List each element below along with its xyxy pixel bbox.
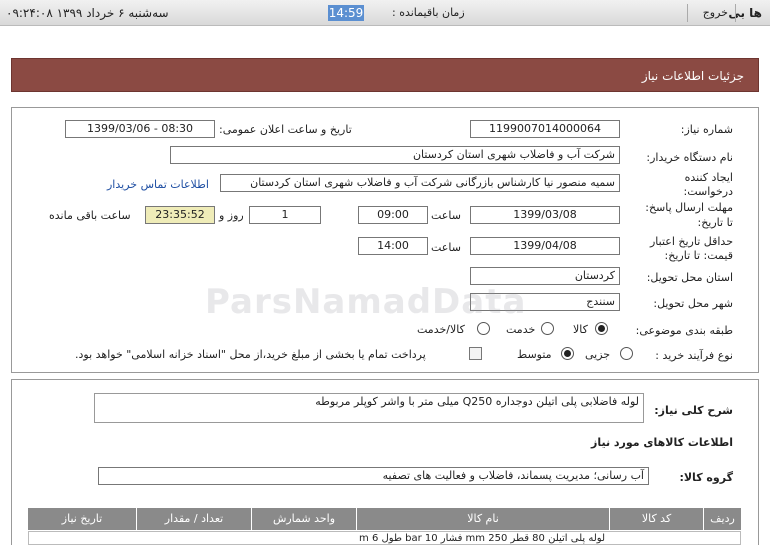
remaining-hours-label: ساعت باقی مانده — [49, 209, 131, 222]
validity-label-1: حداقل تاریخ اعتبار — [649, 235, 733, 248]
col-code: کد کالا — [609, 508, 703, 530]
current-datetime: سه‌شنبه ۶ خرداد ۱۳۹۹ ۰۹:۲۴:۰۸ — [6, 6, 169, 20]
process-radio-medium[interactable] — [561, 347, 574, 360]
description-label: شرح کلی نیاز: — [654, 404, 733, 417]
days-field: 1 — [249, 206, 321, 224]
days-label: روز و — [219, 209, 244, 222]
category-radio-goods-service[interactable] — [477, 322, 490, 335]
process-option-minor: جزیی — [585, 348, 611, 361]
deadline-date-field: 1399/03/08 — [470, 206, 620, 224]
category-option-goods: کالا — [573, 323, 588, 336]
buyer-contact-link[interactable]: اطلاعات تماس خریدار — [107, 178, 209, 191]
top-bar: ها بی خروج زمان باقیمانده : 14:59 سه‌شنب… — [0, 0, 770, 26]
category-label: طبقه بندی موضوعی: — [635, 324, 733, 337]
deadline-label-1: مهلت ارسال پاسخ: — [645, 201, 733, 214]
col-date: تاریخ نیاز — [61, 512, 103, 525]
goods-info-title: اطلاعات کالاهای مورد نیاز — [591, 436, 733, 449]
validity-time-label: ساعت — [431, 241, 461, 254]
creator-label-1: ایجاد کننده — [684, 171, 733, 184]
table-row: لوله پلی اتیلن 80 قطر 250 mm فشار 10 bar… — [28, 531, 741, 545]
goods-group-field: آب رسانی؛ مدیریت پسماند، فاضلاب و فعالیت… — [98, 467, 649, 485]
treasury-checkbox[interactable] — [469, 347, 482, 360]
category-option-goods-service: کالا/خدمت — [417, 323, 465, 336]
creator-field: سمیه منصور نیا کارشناس بازرگانی شرکت آب … — [220, 174, 620, 192]
need-number-label: شماره نیاز: — [680, 123, 733, 136]
remaining-time-label: زمان باقیمانده : — [392, 6, 465, 19]
brand-label: ها بی — [728, 6, 762, 20]
buyer-label: نام دستگاه خریدار: — [646, 151, 733, 164]
creator-label-2: درخواست: — [683, 185, 733, 198]
category-radio-service[interactable] — [541, 322, 554, 335]
process-radio-minor[interactable] — [620, 347, 633, 360]
deadline-time-label: ساعت — [431, 209, 461, 222]
col-name: نام کالا — [356, 508, 609, 530]
need-number-field: 1199007014000064 — [470, 120, 620, 138]
process-option-medium: متوسط — [517, 348, 552, 361]
exit-link[interactable]: خروج — [703, 6, 728, 19]
category-radio-goods[interactable] — [595, 322, 608, 335]
remaining-time-field: 23:35:52 — [145, 206, 215, 224]
payment-note: پرداخت تمام یا بخشی از مبلغ خرید،از محل … — [75, 348, 426, 361]
buyer-field: شرکت آب و فاضلاب شهری استان کردستان — [170, 146, 620, 164]
deadline-label-2: تا تاریخ: — [697, 216, 733, 229]
validity-date-field: 1399/04/08 — [470, 237, 620, 255]
announce-label: تاریخ و ساعت اعلان عمومی: — [219, 123, 352, 136]
session-timer: 14:59 — [328, 5, 364, 21]
announce-field: 1399/03/06 - 08:30 — [65, 120, 215, 138]
divider — [735, 4, 736, 22]
city-label: شهر محل تحویل: — [653, 297, 733, 310]
page-header: جزئیات اطلاعات نیاز — [11, 58, 759, 92]
col-row: ردیف — [703, 508, 741, 530]
watermark: ParsNamadData — [205, 282, 527, 322]
category-option-service: خدمت — [506, 323, 536, 336]
col-quantity: تعداد / مقدار — [136, 508, 251, 530]
process-label: نوع فرآیند خرید : — [655, 349, 733, 362]
validity-time-field: 14:00 — [358, 237, 428, 255]
goods-table-header: ردیف کد کالا نام کالا واحد شمارش تعداد /… — [28, 508, 741, 530]
page-title: جزئیات اطلاعات نیاز — [641, 69, 744, 83]
deadline-time-field: 09:00 — [358, 206, 428, 224]
province-label: استان محل تحویل: — [646, 271, 733, 284]
description-field: لوله فاضلابی پلی اتیلن دوجداره Q250 میلی… — [94, 393, 644, 423]
row-item-name: لوله پلی اتیلن 80 قطر 250 mm فشار 10 bar… — [357, 533, 605, 544]
col-unit: واحد شمارش — [251, 508, 356, 530]
validity-label-2: قیمت: تا تاریخ: — [664, 249, 733, 262]
divider — [687, 4, 688, 22]
goods-group-label: گروه کالا: — [679, 471, 733, 484]
